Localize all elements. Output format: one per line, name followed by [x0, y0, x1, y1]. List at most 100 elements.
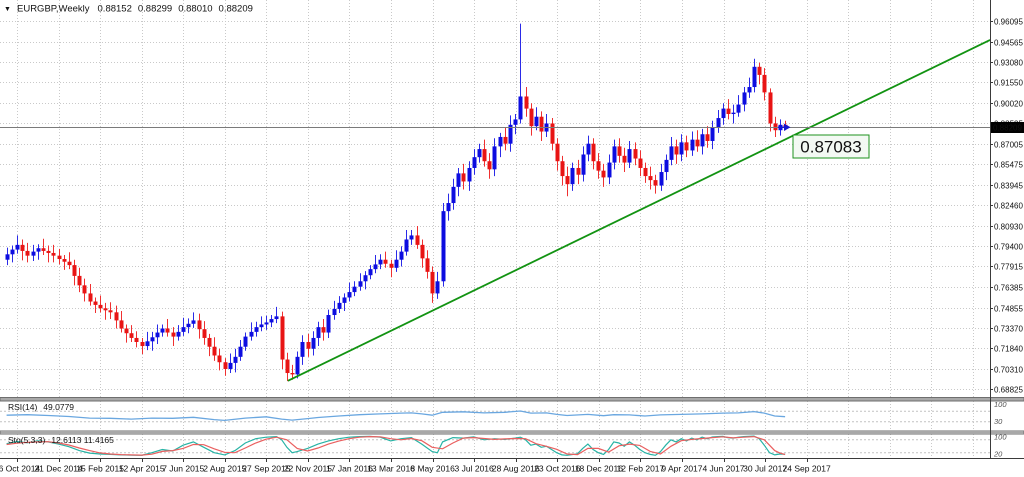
candle-body — [234, 357, 238, 363]
candle-body — [597, 161, 601, 170]
candle-body — [156, 333, 160, 338]
candle-body — [706, 134, 710, 141]
candle-body — [639, 159, 643, 168]
candle-body — [566, 176, 570, 184]
candle-body — [151, 337, 155, 341]
candle-body — [691, 140, 695, 151]
candle-body — [753, 67, 757, 87]
y-axis-label: 0.71840 — [994, 344, 1023, 353]
candle-body — [16, 245, 20, 250]
rsi-axis-label: 100 — [994, 400, 1007, 409]
candle-body — [177, 332, 181, 337]
candle-body — [239, 347, 243, 357]
candle-body — [504, 137, 508, 144]
candle-body — [37, 248, 41, 251]
candle-body — [94, 302, 98, 305]
candle-body — [255, 327, 259, 332]
candle-body — [732, 113, 736, 114]
panel-sash-rsi[interactable] — [0, 398, 1024, 402]
candle-body — [519, 96, 523, 119]
symbol-period-label: EURGBP,Weekly — [17, 4, 90, 15]
candle-body — [301, 342, 305, 357]
trendline-price-label[interactable]: 0.87083 — [793, 135, 869, 158]
candle-body — [592, 144, 596, 162]
y-axis-label: 0.74855 — [994, 304, 1023, 313]
candle-body — [431, 272, 435, 294]
candle-body — [551, 123, 555, 143]
candle-body — [488, 161, 492, 169]
candle-body — [722, 109, 726, 118]
candle-body — [141, 342, 145, 346]
candle-body — [561, 161, 565, 176]
candle-body — [338, 303, 342, 309]
candle-body — [514, 119, 518, 124]
candle-body — [89, 293, 93, 301]
candle-body — [774, 123, 778, 130]
candle-body — [499, 137, 503, 146]
candle-body — [172, 333, 176, 337]
candle-body — [63, 259, 67, 262]
candle-body — [333, 309, 337, 315]
x-axis-label: 7 Jun 2015 — [162, 464, 204, 474]
candle-body — [660, 172, 664, 185]
candle-body — [613, 146, 617, 162]
candle-body — [628, 149, 632, 162]
candle-body — [99, 305, 103, 308]
candle-body — [182, 327, 186, 332]
candle-body — [457, 173, 461, 186]
candle-body — [748, 87, 752, 92]
candle-body — [608, 163, 612, 178]
candle-body — [224, 362, 228, 369]
y-axis-label: 0.90020 — [994, 99, 1023, 108]
candle-body — [146, 341, 150, 346]
y-axis-label: 0.91550 — [994, 78, 1023, 87]
x-axis-label: 22 Nov 2015 — [284, 464, 332, 474]
candle-body — [644, 168, 648, 176]
candle-body — [265, 322, 269, 324]
candle-body — [312, 338, 316, 349]
candle-body — [468, 168, 472, 181]
ohlc-close: 0.88209 — [219, 4, 253, 15]
candle-body — [680, 142, 684, 154]
candle-body — [623, 156, 627, 163]
chart-background[interactable] — [0, 0, 1024, 477]
candle-body — [213, 347, 217, 356]
candle-body — [493, 146, 497, 169]
y-axis-label: 0.87005 — [994, 140, 1023, 149]
candle-body — [115, 312, 119, 320]
candle-body — [26, 251, 30, 256]
candle-body — [452, 187, 456, 203]
candle-body — [286, 360, 290, 373]
candle-body — [78, 276, 82, 285]
candle-body — [218, 355, 222, 362]
candle-body — [322, 327, 326, 332]
candle-body — [717, 118, 721, 127]
y-axis-label: 0.73370 — [994, 324, 1023, 333]
candle-body — [763, 75, 767, 93]
candle-body — [618, 146, 622, 155]
candle-body — [379, 260, 383, 265]
candle-body — [166, 329, 170, 333]
candle-body — [473, 157, 477, 168]
candle-body — [577, 168, 581, 175]
candle-body — [395, 260, 399, 268]
candle-body — [198, 320, 202, 329]
candle-body — [405, 239, 409, 251]
x-axis-label: 12 Feb 2017 — [617, 464, 665, 474]
candle-body — [229, 363, 233, 369]
candle-body — [447, 203, 451, 211]
candle-body — [260, 324, 264, 327]
candle-body — [281, 316, 285, 359]
candle-body — [130, 333, 134, 338]
x-axis-label: 2 Aug 2015 — [203, 464, 246, 474]
y-axis-label: 0.76385 — [994, 283, 1023, 292]
y-axis-label: 0.77915 — [994, 262, 1023, 271]
x-axis-label: 13 Mar 2016 — [367, 464, 415, 474]
candle-body — [737, 105, 741, 113]
panel-sash-stochastic[interactable] — [0, 431, 1024, 435]
symbol-dropdown-icon[interactable]: ▼ — [4, 6, 11, 13]
candle-body — [400, 252, 404, 260]
y-axis-label: 0.93080 — [994, 58, 1023, 67]
current-price-tag: 0.88209 — [991, 122, 1024, 133]
x-axis-label: 28 Aug 2016 — [492, 464, 540, 474]
